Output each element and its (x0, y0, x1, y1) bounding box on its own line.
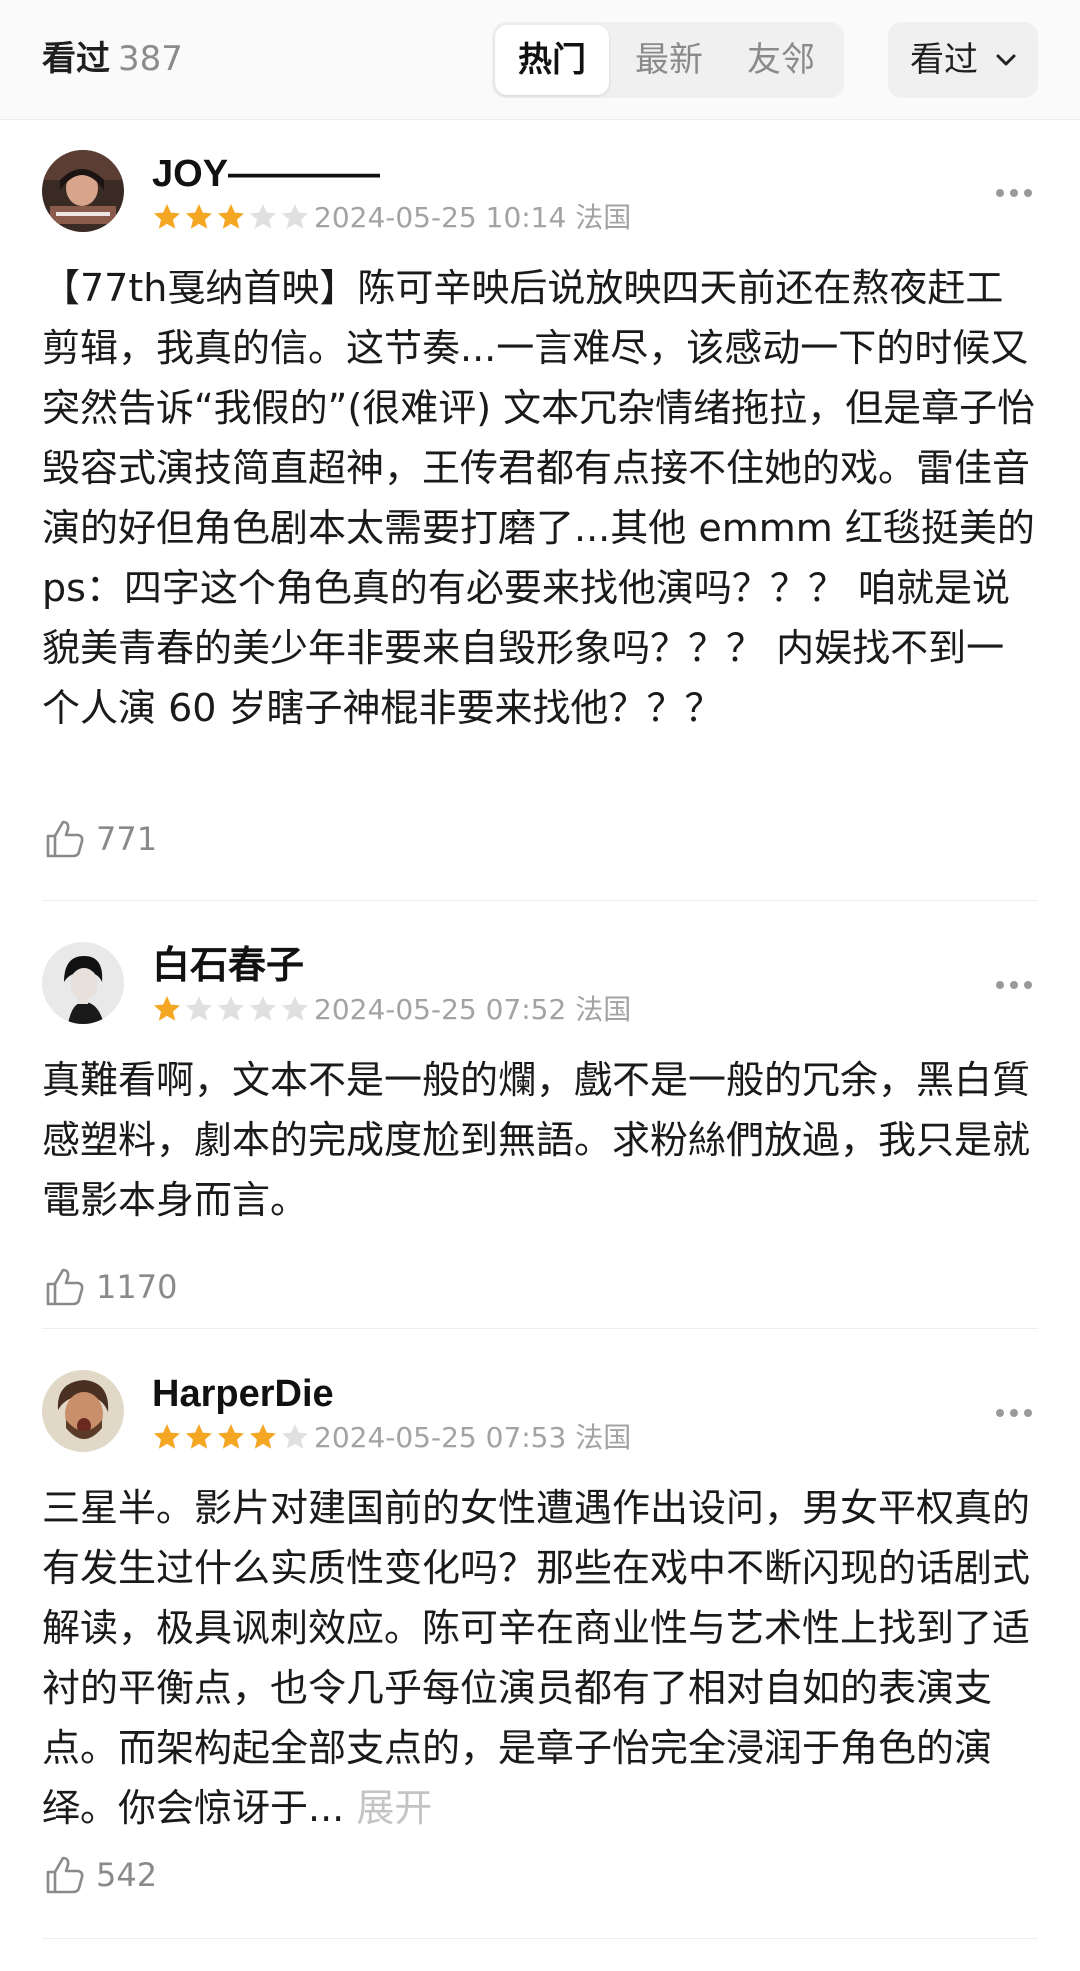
like-count: 1170 (96, 1268, 178, 1306)
review-date: 2024-05-25 10:14 (314, 201, 567, 234)
seen-label: 看过 (42, 39, 110, 79)
star-empty-icon (282, 996, 308, 1021)
star-empty-icon (250, 204, 276, 229)
thumbs-up-icon (46, 820, 84, 858)
rating-stars (152, 202, 312, 234)
review-text: 【77th戛纳首映】陈可辛映后说放映四天前还在熬夜赶工剪辑，我真的信。这节奏..… (42, 266, 1036, 730)
divider (42, 1328, 1038, 1329)
thumbs-up-icon (46, 1268, 84, 1306)
thumbs-up-icon (46, 1856, 84, 1894)
filter-dropdown-label: 看过 (910, 40, 978, 80)
tab-friends[interactable]: 友邻 (726, 22, 836, 98)
review-meta: 2024-05-25 10:14 法国 (314, 200, 631, 236)
more-options-icon[interactable] (996, 182, 1038, 197)
review-location: 法国 (575, 993, 632, 1026)
review-date: 2024-05-25 07:52 (314, 993, 567, 1026)
star-filled-icon (154, 996, 180, 1021)
star-empty-icon (282, 204, 308, 229)
tab-latest[interactable]: 最新 (614, 22, 724, 98)
star-empty-icon (218, 996, 244, 1021)
star-empty-icon (250, 996, 276, 1021)
rating-stars (152, 1422, 312, 1454)
star-filled-icon (218, 204, 244, 229)
tab-hot[interactable]: 热门 (495, 25, 609, 95)
avatar[interactable] (42, 1370, 124, 1452)
filter-dropdown[interactable]: 看过 (888, 22, 1038, 98)
username[interactable]: JOY———— (152, 150, 380, 198)
star-filled-icon (218, 1424, 244, 1449)
username[interactable]: 白石春子 (152, 942, 304, 990)
avatar[interactable] (42, 942, 124, 1024)
top-bar: 看过 387 热门 最新 友邻 看过 (0, 0, 1080, 120)
seen-count: 387 (118, 39, 183, 79)
review-meta: 2024-05-25 07:53 法国 (314, 1420, 631, 1456)
review-meta: 2024-05-25 07:52 法国 (314, 992, 631, 1028)
avatar[interactable] (42, 150, 124, 232)
divider (42, 900, 1038, 901)
star-empty-icon (186, 996, 212, 1021)
review-date: 2024-05-25 07:53 (314, 1421, 567, 1454)
star-empty-icon (282, 1424, 308, 1449)
like-count: 771 (96, 820, 158, 858)
review-location: 法国 (575, 201, 632, 234)
star-filled-icon (186, 1424, 212, 1449)
review-text: 真難看啊，文本不是一般的爛，戲不是一般的冗余，黑白質感塑料，劇本的完成度尬到無語… (42, 1058, 1031, 1222)
divider (42, 1938, 1038, 1939)
seen-count-label: 看过 387 (42, 34, 183, 84)
sort-tabs: 热门 最新 友邻 (492, 22, 844, 98)
chevron-down-icon (996, 54, 1016, 66)
review-text: 三星半。影片对建国前的女性遭遇作出设问，男女平权真的有发生过什么实质性变化吗？那… (42, 1478, 1038, 1838)
star-filled-icon (154, 204, 180, 229)
like-count: 542 (96, 1856, 158, 1894)
username[interactable]: HarperDie (152, 1370, 334, 1418)
expand-link[interactable]: 展开 (356, 1786, 432, 1830)
more-options-icon[interactable] (996, 974, 1038, 989)
review-text-content: 三星半。影片对建国前的女性遭遇作出设问，男女平权真的有发生过什么实质性变化吗？那… (42, 1486, 1031, 1830)
rating-stars (152, 994, 312, 1026)
star-filled-icon (186, 204, 212, 229)
star-filled-icon (154, 1424, 180, 1449)
more-options-icon[interactable] (996, 1402, 1038, 1417)
review-location: 法国 (575, 1421, 632, 1454)
star-filled-icon (250, 1424, 276, 1449)
